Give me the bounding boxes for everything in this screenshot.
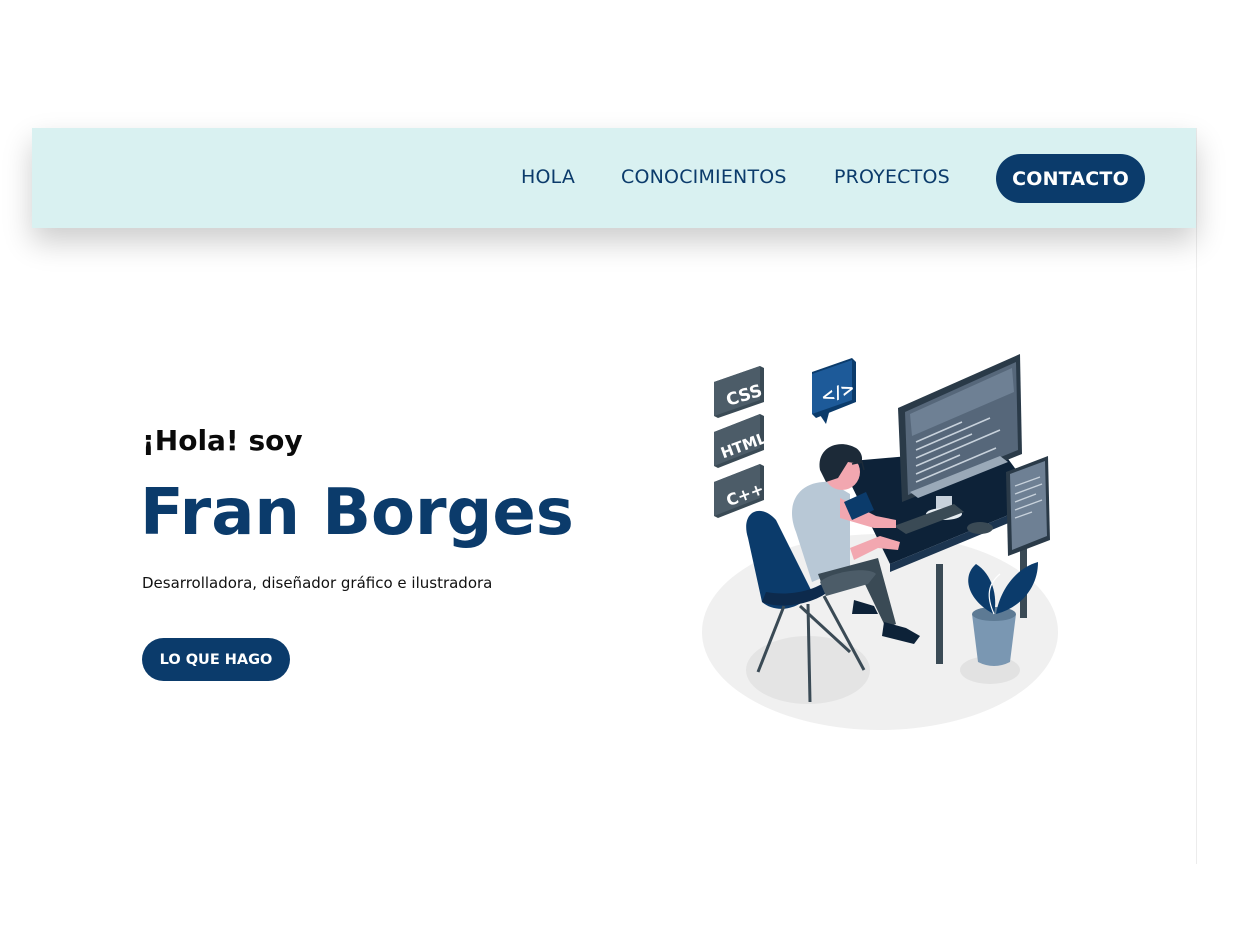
nav-link-conocimientos[interactable]: CONOCIMIENTOS xyxy=(621,166,787,188)
what-i-do-button[interactable]: LO QUE HAGO xyxy=(142,638,290,681)
developer-illustration: CSS HTML C++ </> xyxy=(702,354,1058,730)
hero-name: Fran Borges xyxy=(140,476,574,550)
navbar: HOLA CONOCIMIENTOS PROYECTOS CONTACTO xyxy=(32,128,1196,228)
code-badge: </> xyxy=(812,358,858,424)
contact-button[interactable]: CONTACTO xyxy=(996,154,1145,203)
hero-subtitle: Desarrolladora, diseñador gráfico e ilus… xyxy=(142,574,493,592)
html-tag: HTML xyxy=(714,414,769,468)
nav-link-proyectos[interactable]: PROYECTOS xyxy=(834,166,950,188)
hero-greeting: ¡Hola! soy xyxy=(142,424,303,457)
monitor-second xyxy=(1006,456,1050,556)
cpp-tag: C++ xyxy=(714,464,766,518)
nav-link-hola[interactable]: HOLA xyxy=(521,166,575,188)
page-frame: HOLA CONOCIMIENTOS PROYECTOS CONTACTO ¡H… xyxy=(32,128,1197,864)
mouse xyxy=(967,522,993,534)
css-tag: CSS xyxy=(714,366,765,418)
